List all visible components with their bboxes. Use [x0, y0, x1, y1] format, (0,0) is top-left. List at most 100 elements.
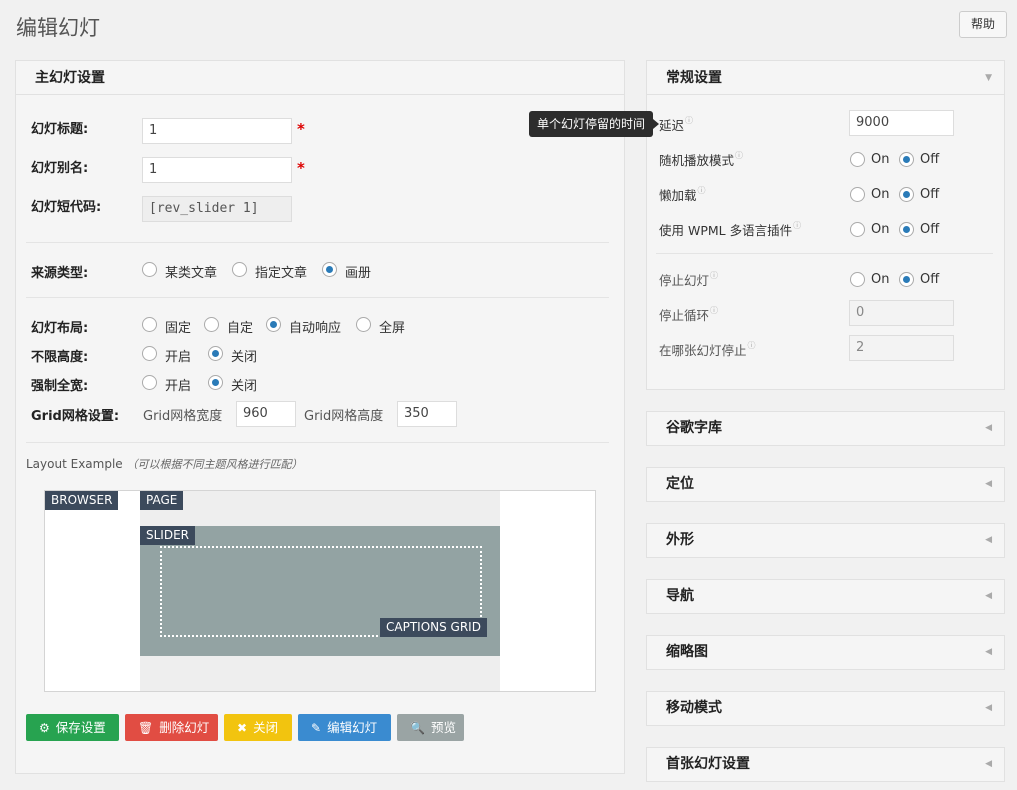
source-radio-specific[interactable]	[232, 262, 247, 277]
accordion-mobile[interactable]: 移动模式 ◀	[646, 691, 1005, 726]
search-icon: 🔍	[410, 721, 425, 735]
required-mark: *	[297, 120, 305, 138]
edit-slides-label: 编辑幻灯	[327, 720, 378, 735]
lazy-load-label: 懒加载ⓘ	[659, 185, 706, 204]
general-settings-title-text: 常规设置	[666, 70, 722, 86]
wpml-on-label: On	[871, 222, 890, 237]
delete-slider-label: 删除幻灯	[159, 720, 210, 735]
gear-icon: ⚙	[39, 721, 50, 735]
close-label: 关闭	[253, 720, 279, 735]
force-fullwidth-on-label: 开启	[165, 379, 192, 394]
slider-alias-input[interactable]: 1	[142, 157, 292, 183]
captions-grid-tag: CAPTIONS GRID	[380, 618, 487, 637]
stop-slider-label: 停止幻灯ⓘ	[659, 270, 718, 289]
preview-button[interactable]: 🔍 预览	[397, 714, 464, 741]
chevron-left-icon: ◀	[985, 535, 992, 545]
accordion-position[interactable]: 定位 ◀	[646, 467, 1005, 502]
grid-width-input[interactable]: 960	[236, 401, 296, 427]
source-radio-category[interactable]	[142, 262, 157, 277]
info-icon: ⓘ	[747, 341, 756, 350]
info-icon: ⓘ	[710, 306, 719, 315]
force-fullwidth-on-radio[interactable]	[142, 375, 157, 390]
info-icon: ⓘ	[685, 116, 694, 125]
accordion-google-fonts-label: 谷歌字库	[666, 420, 722, 436]
lazy-load-label-text: 懒加载	[659, 188, 697, 203]
page-tag: PAGE	[140, 491, 184, 510]
wpml-off-label: Off	[920, 222, 940, 237]
stop-loop-label-text: 停止循环	[659, 308, 710, 323]
stop-slider-off-label: Off	[920, 272, 940, 287]
layout-radio-fixed[interactable]	[142, 317, 157, 332]
delay-input[interactable]: 9000	[849, 110, 954, 136]
stop-slider-on-radio[interactable]	[850, 272, 865, 287]
source-option-category: 某类文章	[165, 266, 218, 281]
unlimited-height-on-radio[interactable]	[142, 346, 157, 361]
stop-at-slide-input[interactable]: 2	[849, 335, 954, 361]
force-fullwidth-off-radio[interactable]	[208, 375, 223, 390]
lazy-load-on-radio[interactable]	[850, 187, 865, 202]
accordion-thumbnails[interactable]: 缩略图 ◀	[646, 635, 1005, 670]
grid-width-label: Grid网格宽度	[143, 409, 223, 424]
chevron-left-icon: ◀	[985, 759, 992, 769]
unlimited-height-off-radio[interactable]	[208, 346, 223, 361]
info-icon: ⓘ	[697, 186, 706, 195]
stop-slider-off-radio[interactable]	[899, 272, 914, 287]
layout-option-fixed: 固定	[165, 321, 192, 336]
divider	[26, 297, 609, 298]
chevron-left-icon: ◀	[985, 703, 992, 713]
chevron-left-icon: ◀	[985, 591, 992, 601]
shuffle-off-label: Off	[920, 152, 940, 167]
shuffle-off-radio[interactable]	[899, 152, 914, 167]
slider-title-input[interactable]: 1	[142, 118, 292, 144]
shuffle-label-text: 随机播放模式	[659, 153, 735, 168]
shortcode-field[interactable]: [rev_slider 1]	[142, 196, 292, 222]
layout-option-auto: 自动响应	[289, 321, 342, 336]
grid-height-label: Grid网格高度	[304, 409, 384, 424]
divider	[656, 253, 993, 254]
save-settings-button[interactable]: ⚙ 保存设置	[26, 714, 119, 741]
shuffle-label: 随机播放模式ⓘ	[659, 150, 743, 169]
unlimited-height-off-label: 关闭	[231, 350, 258, 365]
main-settings-title: 主幻灯设置	[16, 61, 624, 95]
accordion-appearance[interactable]: 外形 ◀	[646, 523, 1005, 558]
source-type-label: 来源类型:	[31, 266, 89, 281]
source-radio-gallery[interactable]	[322, 262, 337, 277]
save-settings-label: 保存设置	[55, 720, 106, 735]
shuffle-on-label: On	[871, 152, 890, 167]
source-option-gallery: 画册	[345, 266, 372, 281]
unlimited-height-on-label: 开启	[165, 350, 192, 365]
accordion-position-label: 定位	[666, 476, 694, 492]
close-button[interactable]: ✖ 关闭	[224, 714, 292, 741]
accordion-navigation[interactable]: 导航 ◀	[646, 579, 1005, 614]
stop-at-slide-label: 在哪张幻灯停止ⓘ	[659, 340, 756, 359]
wpml-off-radio[interactable]	[899, 222, 914, 237]
accordion-appearance-label: 外形	[666, 532, 694, 548]
general-settings-title[interactable]: 常规设置 ▼	[647, 61, 1004, 95]
slider-title-label: 幻灯标题:	[31, 122, 89, 137]
accordion-mobile-label: 移动模式	[666, 700, 722, 716]
layout-radio-custom[interactable]	[204, 317, 219, 332]
accordion-first-slide[interactable]: 首张幻灯设置 ◀	[646, 747, 1005, 782]
page-title: 编辑幻灯	[16, 16, 100, 40]
stop-loop-input[interactable]: 0	[849, 300, 954, 326]
shortcode-label: 幻灯短代码:	[31, 200, 102, 215]
unlimited-height-label: 不限高度:	[31, 350, 89, 365]
layout-example-note: （可以根据不同主题风格进行匹配）	[126, 458, 303, 471]
divider	[26, 442, 609, 443]
lazy-load-off-radio[interactable]	[899, 187, 914, 202]
wpml-on-radio[interactable]	[850, 222, 865, 237]
layout-radio-auto[interactable]	[266, 317, 281, 332]
shuffle-on-radio[interactable]	[850, 152, 865, 167]
help-button[interactable]: 帮助	[959, 11, 1007, 38]
trash-icon: 🗑	[138, 721, 154, 735]
preview-label: 预览	[430, 720, 456, 735]
accordion-google-fonts[interactable]: 谷歌字库 ◀	[646, 411, 1005, 446]
accordion-thumbnails-label: 缩略图	[666, 644, 708, 660]
grid-height-input[interactable]: 350	[397, 401, 457, 427]
layout-radio-fullscreen[interactable]	[356, 317, 371, 332]
chevron-left-icon: ◀	[985, 423, 992, 433]
edit-slides-button[interactable]: ✎ 编辑幻灯	[298, 714, 391, 741]
delete-slider-button[interactable]: 🗑 删除幻灯	[125, 714, 218, 741]
wpml-label-text: 使用 WPML 多语言插件	[659, 223, 793, 238]
divider	[26, 242, 609, 243]
